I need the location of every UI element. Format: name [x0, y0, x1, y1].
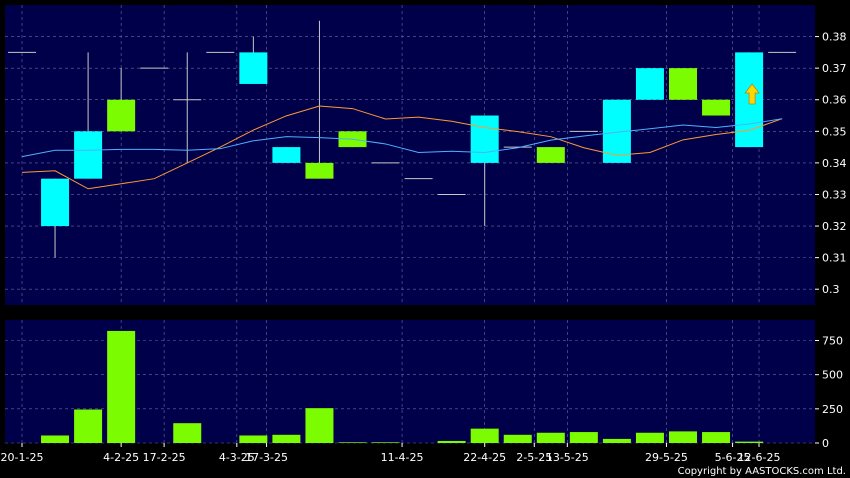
x-tick-label: 20-1-25	[1, 451, 44, 464]
candle-up	[239, 52, 268, 84]
volume-tick-label: 750	[822, 335, 843, 348]
x-tick-label: 17-2-25	[143, 451, 186, 464]
volume-bar	[272, 434, 301, 443]
price-tick-label: 0.34	[822, 157, 847, 170]
candle-up	[635, 68, 664, 100]
volume-bar	[602, 438, 631, 443]
volume-bar	[305, 408, 334, 443]
volume-bar	[735, 441, 764, 443]
candle-down	[702, 99, 731, 116]
candle-up	[272, 147, 301, 163]
volume-bar	[702, 432, 731, 443]
x-tick-label: 29-5-25	[645, 451, 688, 464]
x-tick-label: 11-4-25	[381, 451, 424, 464]
price-tick-label: 0.37	[822, 62, 847, 75]
price-tick-label: 0.31	[822, 252, 847, 265]
x-tick-label: 12-6-25	[738, 451, 781, 464]
volume-bar	[107, 330, 136, 443]
volume-bar	[239, 435, 268, 443]
x-tick-label: 13-5-25	[546, 451, 589, 464]
candle-up	[74, 131, 103, 179]
volume-bar	[669, 431, 697, 443]
candle-down	[107, 99, 136, 132]
volume-panel: 750 500 250 0	[5, 320, 843, 450]
price-tick-label: 0.32	[822, 220, 847, 233]
volume-bar	[371, 442, 400, 443]
price-panel-background	[5, 5, 815, 305]
volume-bar	[173, 423, 202, 443]
price-tick-label: 0.33	[822, 188, 847, 201]
x-axis: 20-1-25 4-2-25 17-2-25 4-3-2517-3-25 11-4-25…	[1, 443, 781, 464]
volume-bar	[74, 409, 103, 443]
price-panel: 0.38 0.37 0.36 0.35 0.34 0.33 0.32 0.31 0.3	[5, 5, 847, 305]
candle-up	[470, 115, 499, 163]
x-tick-label: 17-3-25	[245, 451, 288, 464]
volume-bar	[41, 435, 70, 443]
volume-bar	[437, 440, 466, 443]
volume-bar	[536, 432, 565, 443]
volume-tick-label: 0	[822, 437, 829, 450]
candle-down	[305, 162, 334, 179]
volume-tick-label: 250	[822, 403, 843, 416]
candle-up	[41, 178, 70, 227]
price-tick-label: 0.38	[822, 31, 847, 44]
volume-bar	[470, 428, 499, 443]
copyright-text: Copyright by AASTOCKS.com Ltd.	[678, 466, 846, 477]
volume-bar	[503, 434, 532, 443]
candle-down	[669, 68, 697, 100]
x-tick-label: 4-2-25	[103, 451, 139, 464]
volume-tick-label: 500	[822, 369, 843, 382]
volume-bar	[635, 432, 664, 443]
chart-svg: 0.38 0.37 0.36 0.35 0.34 0.33 0.32 0.31 0.3 750 5…	[1, 5, 847, 477]
price-tick-label: 0.3	[822, 283, 840, 296]
volume-bar	[569, 432, 598, 443]
price-tick-label: 0.35	[822, 125, 847, 138]
stock-chart: 0.38 0.37 0.36 0.35 0.34 0.33 0.32 0.31 0.3 750 5…	[0, 0, 850, 478]
volume-bar	[338, 442, 367, 443]
x-tick-label: 22-4-25	[463, 451, 506, 464]
candle-down	[536, 147, 565, 163]
price-tick-label: 0.36	[822, 94, 847, 107]
